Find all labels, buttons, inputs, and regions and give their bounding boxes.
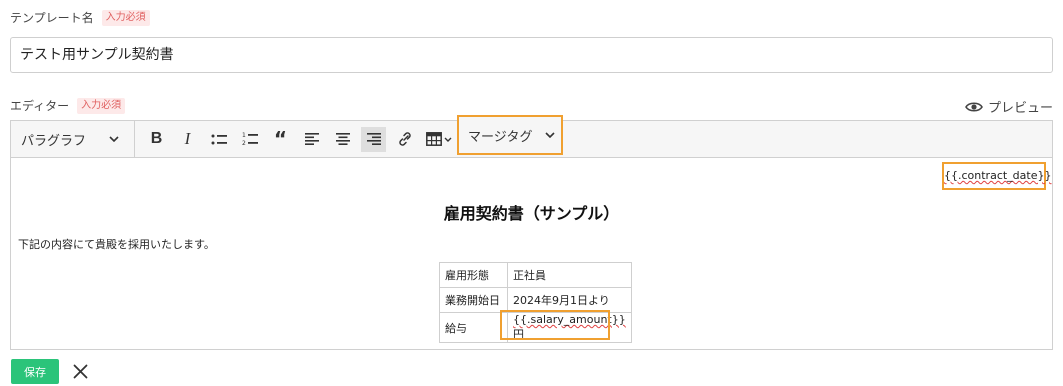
table-cell-key: 給与 — [439, 312, 508, 343]
link-icon — [398, 132, 411, 146]
numbered-list-button[interactable]: 1 2 — [237, 127, 262, 152]
preview-label: プレビュー — [987, 101, 1053, 116]
editor-label-row: エディター 入力必須 — [10, 97, 126, 114]
template-name-input[interactable]: テスト用サンプル契約書 — [10, 37, 1053, 73]
document-title: 雇用契約書（サンプル） — [443, 204, 620, 223]
table-cell-value: 正社員 — [507, 262, 632, 288]
merge-tag-select[interactable]: マージタグ — [457, 115, 563, 155]
contract-date-merge-tag: {{.contract_date}} — [942, 162, 1051, 190]
chevron-down-icon — [109, 136, 119, 142]
bold-button[interactable]: B — [144, 127, 169, 152]
toolbar-separator — [134, 121, 135, 157]
table-row: 雇用形態 正社員 — [439, 262, 632, 288]
quote-icon: “ — [273, 127, 288, 151]
quote-button[interactable]: “ — [268, 127, 293, 152]
align-left-icon — [304, 133, 319, 145]
preview-link[interactable]: プレビュー — [965, 97, 1053, 116]
table-cell-value: 2024年9月1日より — [507, 287, 632, 313]
bullet-list-button[interactable] — [206, 127, 231, 152]
contract-date-tag-text: {{.contract_date}} — [944, 169, 1052, 182]
align-center-icon — [335, 133, 350, 145]
table-row: 業務開始日 2024年9月1日より — [439, 287, 632, 313]
salary-amount-highlight — [500, 310, 610, 340]
eye-icon — [965, 101, 983, 112]
chevron-down-icon — [444, 137, 452, 142]
align-center-button[interactable] — [330, 127, 355, 152]
required-badge: 入力必須 — [101, 9, 150, 26]
table-cell-key: 業務開始日 — [439, 287, 508, 313]
link-button[interactable] — [392, 127, 417, 152]
align-right-icon — [366, 133, 381, 145]
close-button[interactable] — [70, 361, 90, 381]
bold-icon: B — [150, 130, 163, 147]
save-button[interactable]: 保存 — [11, 359, 59, 384]
table-icon — [426, 132, 442, 146]
template-name-label-row: テンプレート名 入力必須 — [10, 9, 150, 26]
intro-text: 下記の内容にて貴殿を採用いたします。 — [18, 238, 215, 251]
italic-icon: I — [184, 129, 191, 148]
editor-label: エディター — [10, 99, 70, 113]
paragraph-select-label: パラグラフ — [21, 133, 87, 149]
merge-tag-select-label: マージタグ — [468, 129, 533, 145]
align-right-button[interactable] — [361, 126, 386, 152]
svg-text:1: 1 — [242, 132, 246, 139]
bullet-list-icon — [211, 134, 227, 144]
paragraph-select[interactable]: パラグラフ — [11, 121, 127, 157]
editor-toolbar: パラグラフ B I 1 2 “ マージタグ — [11, 115, 1052, 158]
required-badge: 入力必須 — [77, 97, 126, 114]
table-cell-key: 雇用形態 — [439, 262, 508, 288]
table-button[interactable] — [423, 127, 455, 152]
align-left-button[interactable] — [299, 127, 324, 152]
svg-text:2: 2 — [242, 140, 246, 146]
rich-text-editor[interactable]: パラグラフ B I 1 2 “ マージタグ {{.contract_date}}… — [10, 115, 1053, 350]
italic-button[interactable]: I — [175, 127, 200, 152]
close-icon — [73, 364, 87, 378]
chevron-down-icon — [545, 132, 555, 138]
numbered-list-icon: 1 2 — [242, 132, 258, 146]
template-name-label: テンプレート名 — [10, 11, 94, 25]
editor-content[interactable]: {{.contract_date}} 雇用契約書（サンプル） 下記の内容にて貴殿… — [11, 158, 1052, 350]
